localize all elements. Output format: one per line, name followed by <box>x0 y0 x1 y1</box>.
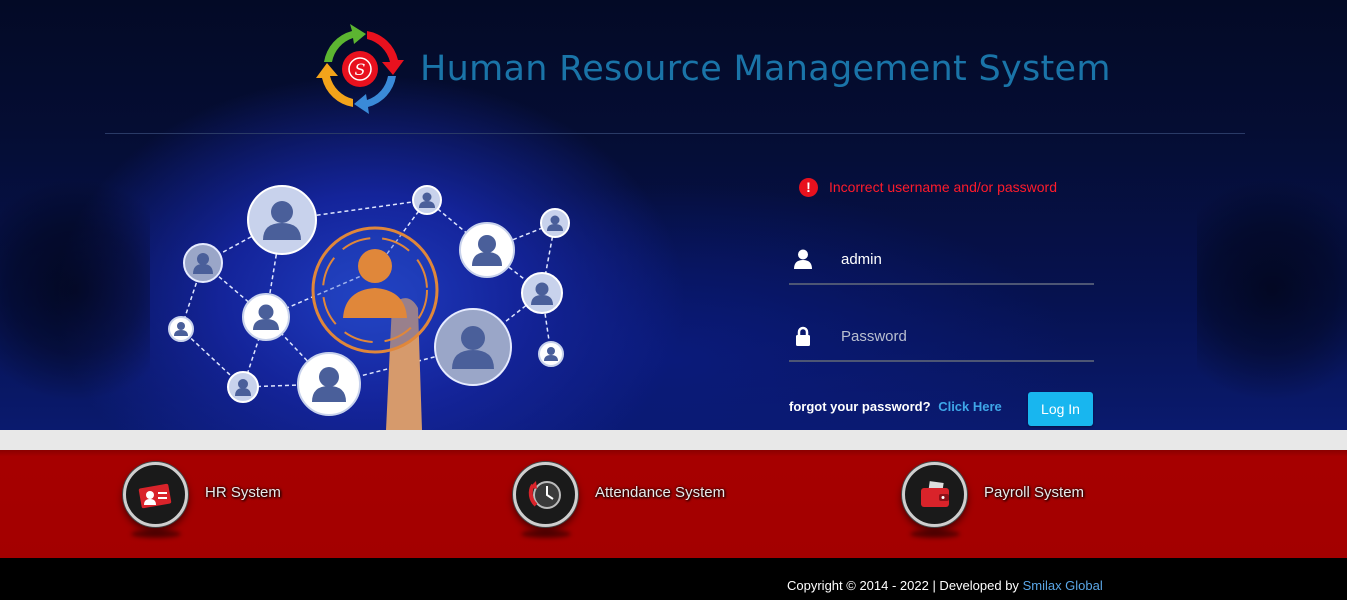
module-hr-system[interactable]: HR System <box>123 462 281 538</box>
module-attendance-system[interactable]: Attendance System <box>513 462 726 538</box>
wallet-icon <box>902 462 967 527</box>
svg-text:S: S <box>355 60 366 79</box>
left-decoration <box>0 150 150 430</box>
forgot-password-link[interactable]: Click Here <box>938 399 1002 414</box>
separator-strip <box>0 430 1347 450</box>
login-button[interactable]: Log In <box>1028 392 1093 426</box>
clock-icon <box>513 462 578 527</box>
footer: Copyright © 2014 - 2022 | Developed by S… <box>0 558 1347 600</box>
forgot-password: forgot your password? Click Here <box>789 399 1002 414</box>
page-title: Human Resource Management System <box>420 49 1111 89</box>
error-message: ! Incorrect username and/or password <box>788 168 1108 206</box>
user-icon <box>792 248 814 270</box>
password-input[interactable] <box>841 327 1094 345</box>
lock-icon <box>792 325 814 347</box>
module-label: HR System <box>205 484 281 501</box>
username-field-row <box>789 235 1094 285</box>
exclamation-circle-icon: ! <box>799 177 818 197</box>
hero-section: S Human Resource Management System ! Inc… <box>0 0 1347 430</box>
module-label: Payroll System <box>984 484 1085 501</box>
hrms-cycle-logo-icon: S <box>316 24 404 114</box>
modules-band: HR System Attendance System Payroll Syst… <box>0 450 1347 558</box>
password-field-row <box>789 312 1094 362</box>
copyright-text: Copyright © 2014 - 2022 | Developed by S… <box>787 578 1103 593</box>
people-network-illustration <box>168 185 570 430</box>
module-payroll-system[interactable]: Payroll System <box>902 462 1085 538</box>
error-text: Incorrect username and/or password <box>829 179 1057 195</box>
developer-link[interactable]: Smilax Global <box>1023 578 1103 593</box>
copyright-label: Copyright © 2014 - 2022 | Developed by <box>787 578 1019 593</box>
module-label: Attendance System <box>595 484 726 501</box>
login-form: ! Incorrect username and/or password for… <box>788 168 1108 426</box>
forgot-text: forgot your password? <box>789 399 931 414</box>
id-card-icon <box>123 462 188 527</box>
header-divider <box>105 133 1245 134</box>
right-decoration <box>1197 150 1347 430</box>
brand-header: S Human Resource Management System <box>314 20 1111 118</box>
username-input[interactable] <box>841 250 1094 268</box>
